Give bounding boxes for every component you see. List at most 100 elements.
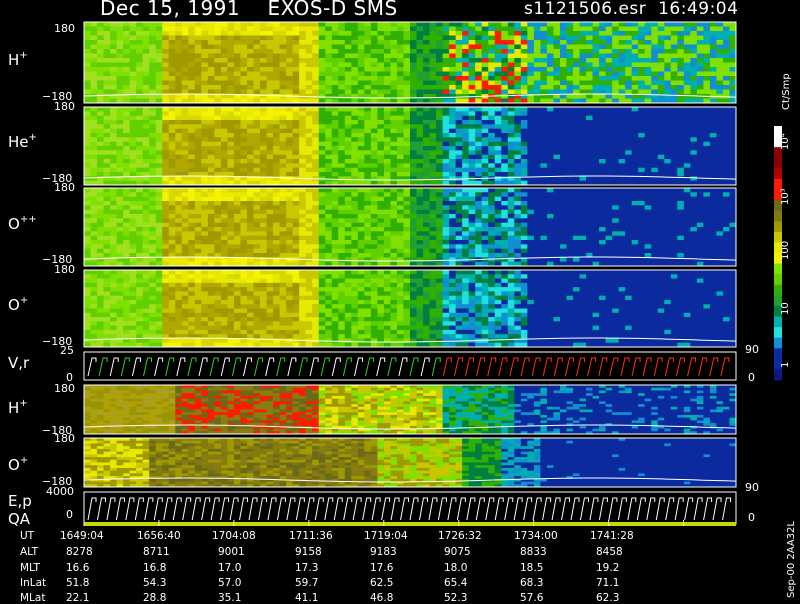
heatmap-cell	[292, 80, 300, 86]
heatmap-cell	[136, 141, 144, 147]
heatmap-cell	[631, 154, 639, 160]
heatmap-cell	[455, 89, 463, 95]
heatmap-cell	[553, 62, 561, 68]
heatmap-cell	[592, 62, 600, 68]
heatmap-cell	[592, 154, 600, 160]
heatmap-cell	[573, 31, 580, 36]
heatmap-cell	[286, 124, 294, 130]
heatmap-cell	[488, 49, 496, 54]
heatmap-cell	[481, 167, 489, 173]
heatmap-cell	[559, 137, 567, 143]
heatmap-cell	[494, 124, 502, 130]
heatmap-cell	[227, 128, 235, 134]
heatmap-cell	[175, 196, 183, 202]
heatmap-cell	[331, 58, 339, 63]
heatmap-cell	[305, 201, 313, 206]
heatmap-cell	[449, 231, 457, 237]
heatmap-cell	[546, 22, 554, 27]
heatmap-cell	[233, 71, 241, 77]
heatmap-cell	[683, 150, 691, 156]
heatmap-cell	[651, 150, 659, 156]
heatmap-cell	[377, 128, 385, 134]
heatmap-cell	[429, 176, 437, 182]
heatmap-cell	[201, 115, 209, 121]
heatmap-cell	[97, 172, 104, 177]
heatmap-cell	[501, 40, 509, 45]
heatmap-cell	[533, 115, 541, 121]
heatmap-cell	[546, 150, 554, 156]
heatmap-cell	[553, 201, 561, 206]
heatmap-cell	[410, 218, 417, 224]
heatmap-cell	[722, 89, 730, 95]
heatmap-cell	[142, 76, 150, 81]
heatmap-cell	[286, 128, 294, 134]
heatmap-cell	[383, 120, 391, 125]
heatmap-cell	[142, 35, 150, 41]
heatmap-cell	[553, 76, 561, 81]
heatmap-cell	[396, 235, 404, 241]
heatmap-cell	[703, 154, 711, 160]
heatmap-cell	[175, 235, 183, 241]
heatmap-cell	[331, 67, 339, 72]
heatmap-cell	[338, 154, 346, 160]
heatmap-cell	[507, 240, 515, 245]
heatmap-cell	[318, 26, 326, 32]
heatmap-cell	[703, 159, 711, 164]
heatmap-cell	[546, 76, 554, 81]
heatmap-cell	[455, 115, 463, 121]
heatmap-cell	[194, 49, 202, 54]
heatmap-cell	[403, 159, 411, 164]
heatmap-cell	[449, 124, 457, 130]
heatmap-cell	[429, 209, 437, 215]
heatmap-cell	[677, 71, 685, 77]
heatmap-cell	[97, 192, 104, 198]
heatmap-cell	[396, 62, 404, 68]
heatmap-cell	[90, 58, 98, 63]
heatmap-cell	[683, 62, 691, 68]
heatmap-cell	[233, 35, 241, 41]
heatmap-cell	[318, 196, 326, 202]
heatmap-cell	[592, 163, 600, 169]
heatmap-cell	[129, 76, 137, 81]
heatmap-cell	[136, 209, 144, 215]
heatmap-cell	[690, 128, 698, 134]
heatmap-cell	[475, 67, 483, 72]
heatmap-cell	[194, 107, 202, 112]
heatmap-cell	[657, 115, 665, 121]
heatmap-cell	[644, 76, 652, 81]
heatmap-cell	[266, 159, 274, 164]
heatmap-cell	[279, 253, 287, 258]
heatmap-cell	[357, 240, 365, 245]
heatmap-cell	[403, 201, 411, 206]
heatmap-cell	[305, 150, 313, 156]
heatmap-cell	[644, 137, 652, 143]
heatmap-cell	[599, 94, 606, 99]
heatmap-cell	[194, 76, 202, 81]
heatmap-cell	[722, 85, 730, 90]
heatmap-cell	[136, 235, 144, 241]
heatmap-cell	[468, 22, 476, 27]
heatmap-cell	[592, 22, 600, 27]
heatmap-cell	[351, 159, 359, 164]
heatmap-cell	[149, 163, 157, 169]
heatmap-cell	[260, 150, 267, 156]
heatmap-cell	[305, 80, 313, 86]
heatmap-cell	[273, 253, 280, 258]
heatmap-cell	[377, 167, 385, 173]
heatmap-cell	[266, 209, 274, 215]
heatmap-cell	[240, 214, 248, 219]
heatmap-cell	[214, 67, 222, 72]
heatmap-cell	[247, 40, 254, 45]
heatmap-cell	[110, 244, 117, 250]
heatmap-cell	[553, 150, 561, 156]
heatmap-cell	[194, 257, 202, 263]
heatmap-cell	[631, 76, 639, 81]
heatmap-cell	[286, 111, 294, 117]
heatmap-cell	[429, 192, 437, 198]
heatmap-cell	[227, 176, 235, 182]
heatmap-cell	[370, 124, 378, 130]
heatmap-cell	[416, 159, 424, 164]
heatmap-cell	[468, 58, 476, 63]
heatmap-cell	[507, 141, 515, 147]
heatmap-cell	[90, 53, 98, 59]
